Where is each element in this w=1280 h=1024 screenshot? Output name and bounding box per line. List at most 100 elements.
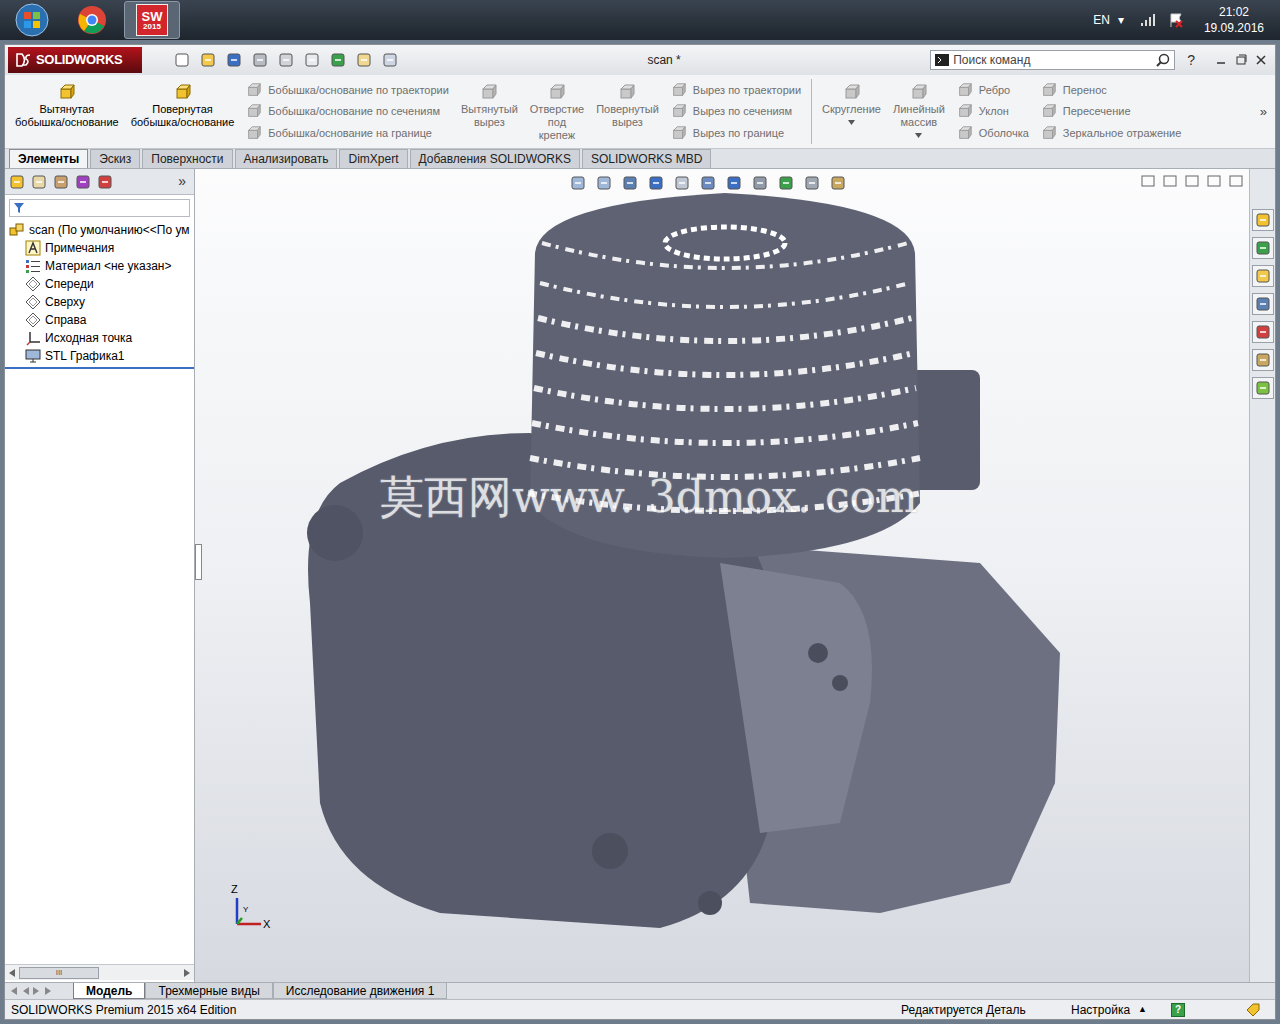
dynamic-annotation-icon[interactable] — [674, 175, 690, 191]
home-icon[interactable] — [1255, 212, 1271, 228]
file-properties-icon[interactable] — [356, 52, 372, 68]
undo-icon[interactable] — [278, 52, 294, 68]
command-button[interactable]: Отверстие под крепеж — [524, 75, 590, 148]
more-commands-button[interactable]: » — [1256, 102, 1271, 122]
panel-more-button[interactable]: » — [178, 171, 190, 192]
network-icon[interactable] — [1140, 13, 1156, 27]
tree-root[interactable]: scan (По умолчанию<<По ум — [5, 221, 194, 239]
command-button[interactable]: Скругление — [816, 75, 887, 148]
appearances-icon[interactable] — [1255, 324, 1271, 340]
dropdown-arrow-icon[interactable] — [848, 120, 855, 125]
task-pane-tab[interactable] — [1252, 293, 1274, 315]
command-tab[interactable]: Добавления SOLIDWORKS — [410, 149, 581, 168]
tab-scroll-buttons[interactable] — [5, 983, 73, 999]
horizontal-scrollbar[interactable]: III — [5, 964, 194, 980]
tree-item[interactable]: STL Графика1 — [5, 347, 194, 365]
clock[interactable]: 21:0219.09.2016 — [1192, 4, 1276, 36]
custom-properties-icon[interactable] — [1255, 352, 1271, 368]
command-tab[interactable]: Элементы — [9, 149, 88, 168]
command-button[interactable]: Бобышка/основание на границе — [246, 125, 449, 142]
command-tab[interactable]: Эскиз — [90, 149, 140, 168]
view-settings-icon[interactable] — [830, 175, 846, 191]
view-orientation-icon[interactable] — [700, 175, 716, 191]
model-tab[interactable]: Исследование движения 1 — [273, 983, 448, 999]
viewport-restore-icon[interactable] — [1207, 175, 1221, 187]
resources-icon[interactable] — [1255, 240, 1271, 256]
command-button[interactable]: Перенос — [1041, 82, 1182, 99]
hide-show-icon[interactable] — [752, 175, 768, 191]
select-icon[interactable] — [304, 52, 320, 68]
command-button[interactable]: Повернутая бобышка/основание — [125, 75, 241, 148]
panel-collapse-handle[interactable] — [195, 544, 202, 580]
rebuild-icon[interactable] — [330, 52, 346, 68]
units-selector[interactable]: Настройка▲ — [1071, 1001, 1171, 1019]
command-button[interactable]: Пересечение — [1041, 103, 1182, 120]
task-pane-tab[interactable] — [1252, 321, 1274, 343]
open-folder-icon[interactable] — [200, 52, 216, 68]
solidworks-taskbar-button[interactable]: SW2015 — [124, 1, 180, 39]
print-icon[interactable] — [252, 52, 268, 68]
action-center-icon[interactable] — [1168, 12, 1184, 28]
tab-scroll-icon[interactable] — [45, 987, 53, 995]
tree-item[interactable]: Спереди — [5, 275, 194, 293]
close-icon[interactable] — [1255, 54, 1267, 66]
graphics-area[interactable]: 莫西网www. 3dmox. comZYX — [195, 169, 1249, 982]
command-button[interactable]: Вырез по сечениям — [671, 103, 801, 120]
command-tab[interactable]: SOLIDWORKS MBD — [582, 149, 711, 168]
command-button[interactable]: Повернутый вырез — [590, 75, 665, 148]
appearance-icon[interactable] — [778, 175, 794, 191]
zoom-area-icon[interactable] — [596, 175, 612, 191]
language-indicator[interactable]: EN▾ — [1085, 11, 1132, 29]
tab-scroll-icon[interactable] — [9, 987, 17, 995]
tree-item[interactable]: Примечания — [5, 239, 194, 257]
status-help-button[interactable]: ? — [1171, 1003, 1185, 1017]
start-taskbar-button[interactable] — [4, 1, 60, 39]
tab-scroll-icon[interactable] — [21, 987, 29, 995]
command-tab[interactable]: Поверхности — [142, 149, 232, 168]
tree-item[interactable]: Сверху — [5, 293, 194, 311]
feature-tree-tab-icon[interactable] — [9, 174, 25, 190]
restore-icon[interactable] — [1235, 54, 1247, 66]
zoom-to-fit-icon[interactable] — [570, 175, 586, 191]
command-button[interactable]: Вытянутая бобышка/основание — [9, 75, 125, 148]
command-button[interactable]: Бобышка/основание по сечениям — [246, 103, 449, 120]
command-button[interactable]: Оболочка — [957, 125, 1029, 142]
tree-item[interactable]: Исходная точка — [5, 329, 194, 347]
display-style-icon[interactable] — [726, 175, 742, 191]
command-button[interactable]: Уклон — [957, 103, 1029, 120]
command-button[interactable]: Бобышка/основание по траектории — [246, 82, 449, 99]
view-palette-icon[interactable] — [1255, 380, 1271, 396]
command-button[interactable]: Зеркальное отражение — [1041, 125, 1182, 142]
tab-scroll-icon[interactable] — [33, 987, 41, 995]
previous-view-icon[interactable] — [622, 175, 638, 191]
scroll-right-icon[interactable] — [184, 969, 190, 977]
command-button[interactable]: Вырез по границе — [671, 125, 801, 142]
design-library-icon[interactable] — [1255, 268, 1271, 284]
search-icon[interactable] — [1156, 53, 1170, 67]
section-view-icon[interactable] — [648, 175, 664, 191]
dimxpert-tab-icon[interactable] — [75, 174, 91, 190]
property-manager-tab-icon[interactable] — [31, 174, 47, 190]
split-vertical-icon[interactable] — [1163, 175, 1177, 187]
task-pane-tab[interactable] — [1252, 377, 1274, 399]
command-search[interactable]: Поиск команд — [930, 50, 1175, 70]
chrome-taskbar-button[interactable] — [64, 1, 120, 39]
command-button[interactable]: Вырез по траектории — [671, 82, 801, 99]
options-icon[interactable] — [382, 52, 398, 68]
help-button[interactable]: ? — [1183, 50, 1199, 71]
model-tab[interactable]: Модель — [73, 983, 145, 999]
task-pane-tab[interactable] — [1252, 265, 1274, 287]
scroll-thumb[interactable]: III — [19, 967, 99, 979]
file-explorer-icon[interactable] — [1255, 296, 1271, 312]
task-pane-tab[interactable] — [1252, 349, 1274, 371]
solidworks-logo[interactable]: SOLIDWORKS — [8, 47, 142, 73]
tag-icon[interactable] — [1245, 1002, 1261, 1018]
display-manager-tab-icon[interactable] — [97, 174, 113, 190]
tree-item[interactable]: Справа — [5, 311, 194, 329]
scene-icon[interactable] — [804, 175, 820, 191]
minimize-icon[interactable] — [1215, 54, 1227, 66]
task-pane-tab[interactable] — [1252, 209, 1274, 231]
viewport-close-icon[interactable] — [1229, 175, 1243, 187]
command-button[interactable]: Линейный массив — [887, 75, 951, 148]
model-tab[interactable]: Трехмерные виды — [145, 983, 272, 999]
